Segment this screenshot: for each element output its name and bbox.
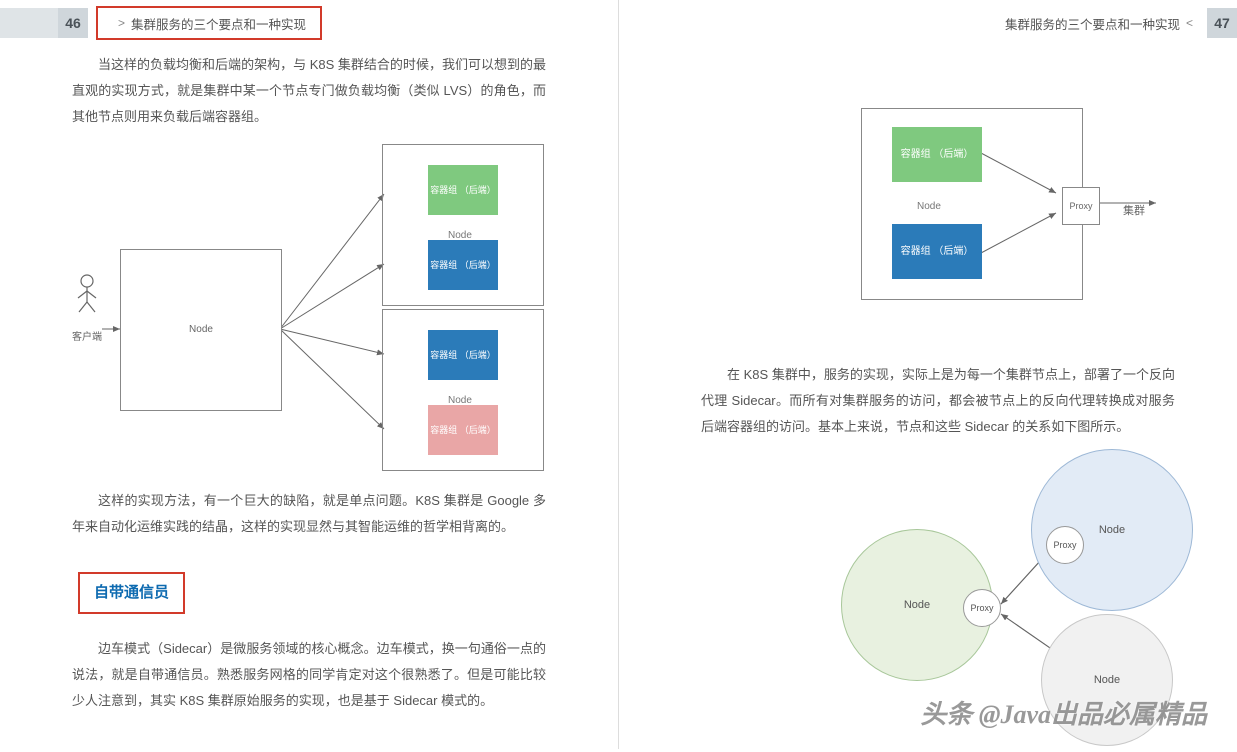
client-icon: 客户端 [72, 274, 102, 351]
chapter-title-box: > 集群服务的三个要点和一种实现 [96, 6, 322, 40]
client-label: 客户端 [72, 325, 102, 351]
body-right: 容器组 （后端） Node 容器组 （后端） Proxy 集群 在 K8S 集群… [619, 58, 1237, 734]
chapter-title: 集群服务的三个要点和一种实现 [131, 14, 306, 33]
chapter-title-right: 集群服务的三个要点和一种实现 < [1005, 8, 1207, 38]
chapter-title: 集群服务的三个要点和一种实现 [1005, 14, 1180, 33]
diagram-lb-topology: 客户端 Node 容器组 （后端） Node 容器组 （后端） 容器组 （后端）… [72, 144, 546, 474]
container-box: 容器组 （后端） [428, 240, 498, 290]
paragraph: 在 K8S 集群中，服务的实现，实际上是为每一个集群节点上，部署了一个反向代理 … [701, 362, 1175, 440]
lb-node-box: Node [120, 249, 282, 411]
paragraph: 当这样的负载均衡和后端的架构，与 K8S 集群结合的时候，我们可以想到的最直观的… [72, 52, 546, 130]
cluster-label: 集群 [1123, 198, 1145, 224]
node-label: Node [917, 194, 941, 220]
paragraph: 这样的实现方法，有一个巨大的缺陷，就是单点问题。K8S 集群是 Google 多… [72, 488, 546, 540]
proxy-box: Proxy [1062, 187, 1100, 225]
container-box: 容器组 （后端） [428, 330, 498, 380]
page-number-left: 46 [58, 8, 88, 38]
page-right: 集群服务的三个要点和一种实现 < 47 容器组 （后端） Node 容器组 （后… [619, 0, 1237, 749]
header-left: 46 > 集群服务的三个要点和一种实现 [0, 8, 618, 38]
margin-bar [0, 8, 58, 38]
proxy-circle: Proxy [1046, 526, 1084, 564]
backend-group-1: 容器组 （后端） Node 容器组 （后端） [382, 144, 544, 306]
paragraph: 边车模式（Sidecar）是微服务领域的核心概念。边车模式，换一句通俗一点的说法… [72, 636, 546, 714]
watermark: 头条 @Java出品必属精品 [920, 694, 1207, 731]
diagram-node-proxy: 容器组 （后端） Node 容器组 （后端） Proxy 集群 [701, 58, 1175, 348]
container-box: 容器组 （后端） [428, 405, 498, 455]
backend-group-2: 容器组 （后端） Node 容器组 （后端） [382, 309, 544, 471]
page-left: 46 > 集群服务的三个要点和一种实现 当这样的负载均衡和后端的架构，与 K8S… [0, 0, 618, 749]
proxy-circle: Proxy [963, 589, 1001, 627]
page-number-right: 47 [1207, 8, 1237, 38]
container-box: 容器组 （后端） [892, 127, 982, 182]
header-right: 集群服务的三个要点和一种实现 < 47 [619, 8, 1237, 38]
container-box: 容器组 （后端） [428, 165, 498, 215]
container-box: 容器组 （后端） [892, 224, 982, 279]
node-box: 容器组 （后端） Node 容器组 （后端） Proxy [861, 108, 1083, 300]
body-left: 当这样的负载均衡和后端的架构，与 K8S 集群结合的时候，我们可以想到的最直观的… [0, 52, 618, 714]
chevron-right-icon: > [118, 16, 125, 30]
chevron-left-icon: < [1186, 16, 1193, 30]
diagram-sidecar-circles: Node Node Node Proxy Proxy [701, 454, 1175, 734]
section-heading: 自带通信员 [78, 572, 185, 614]
